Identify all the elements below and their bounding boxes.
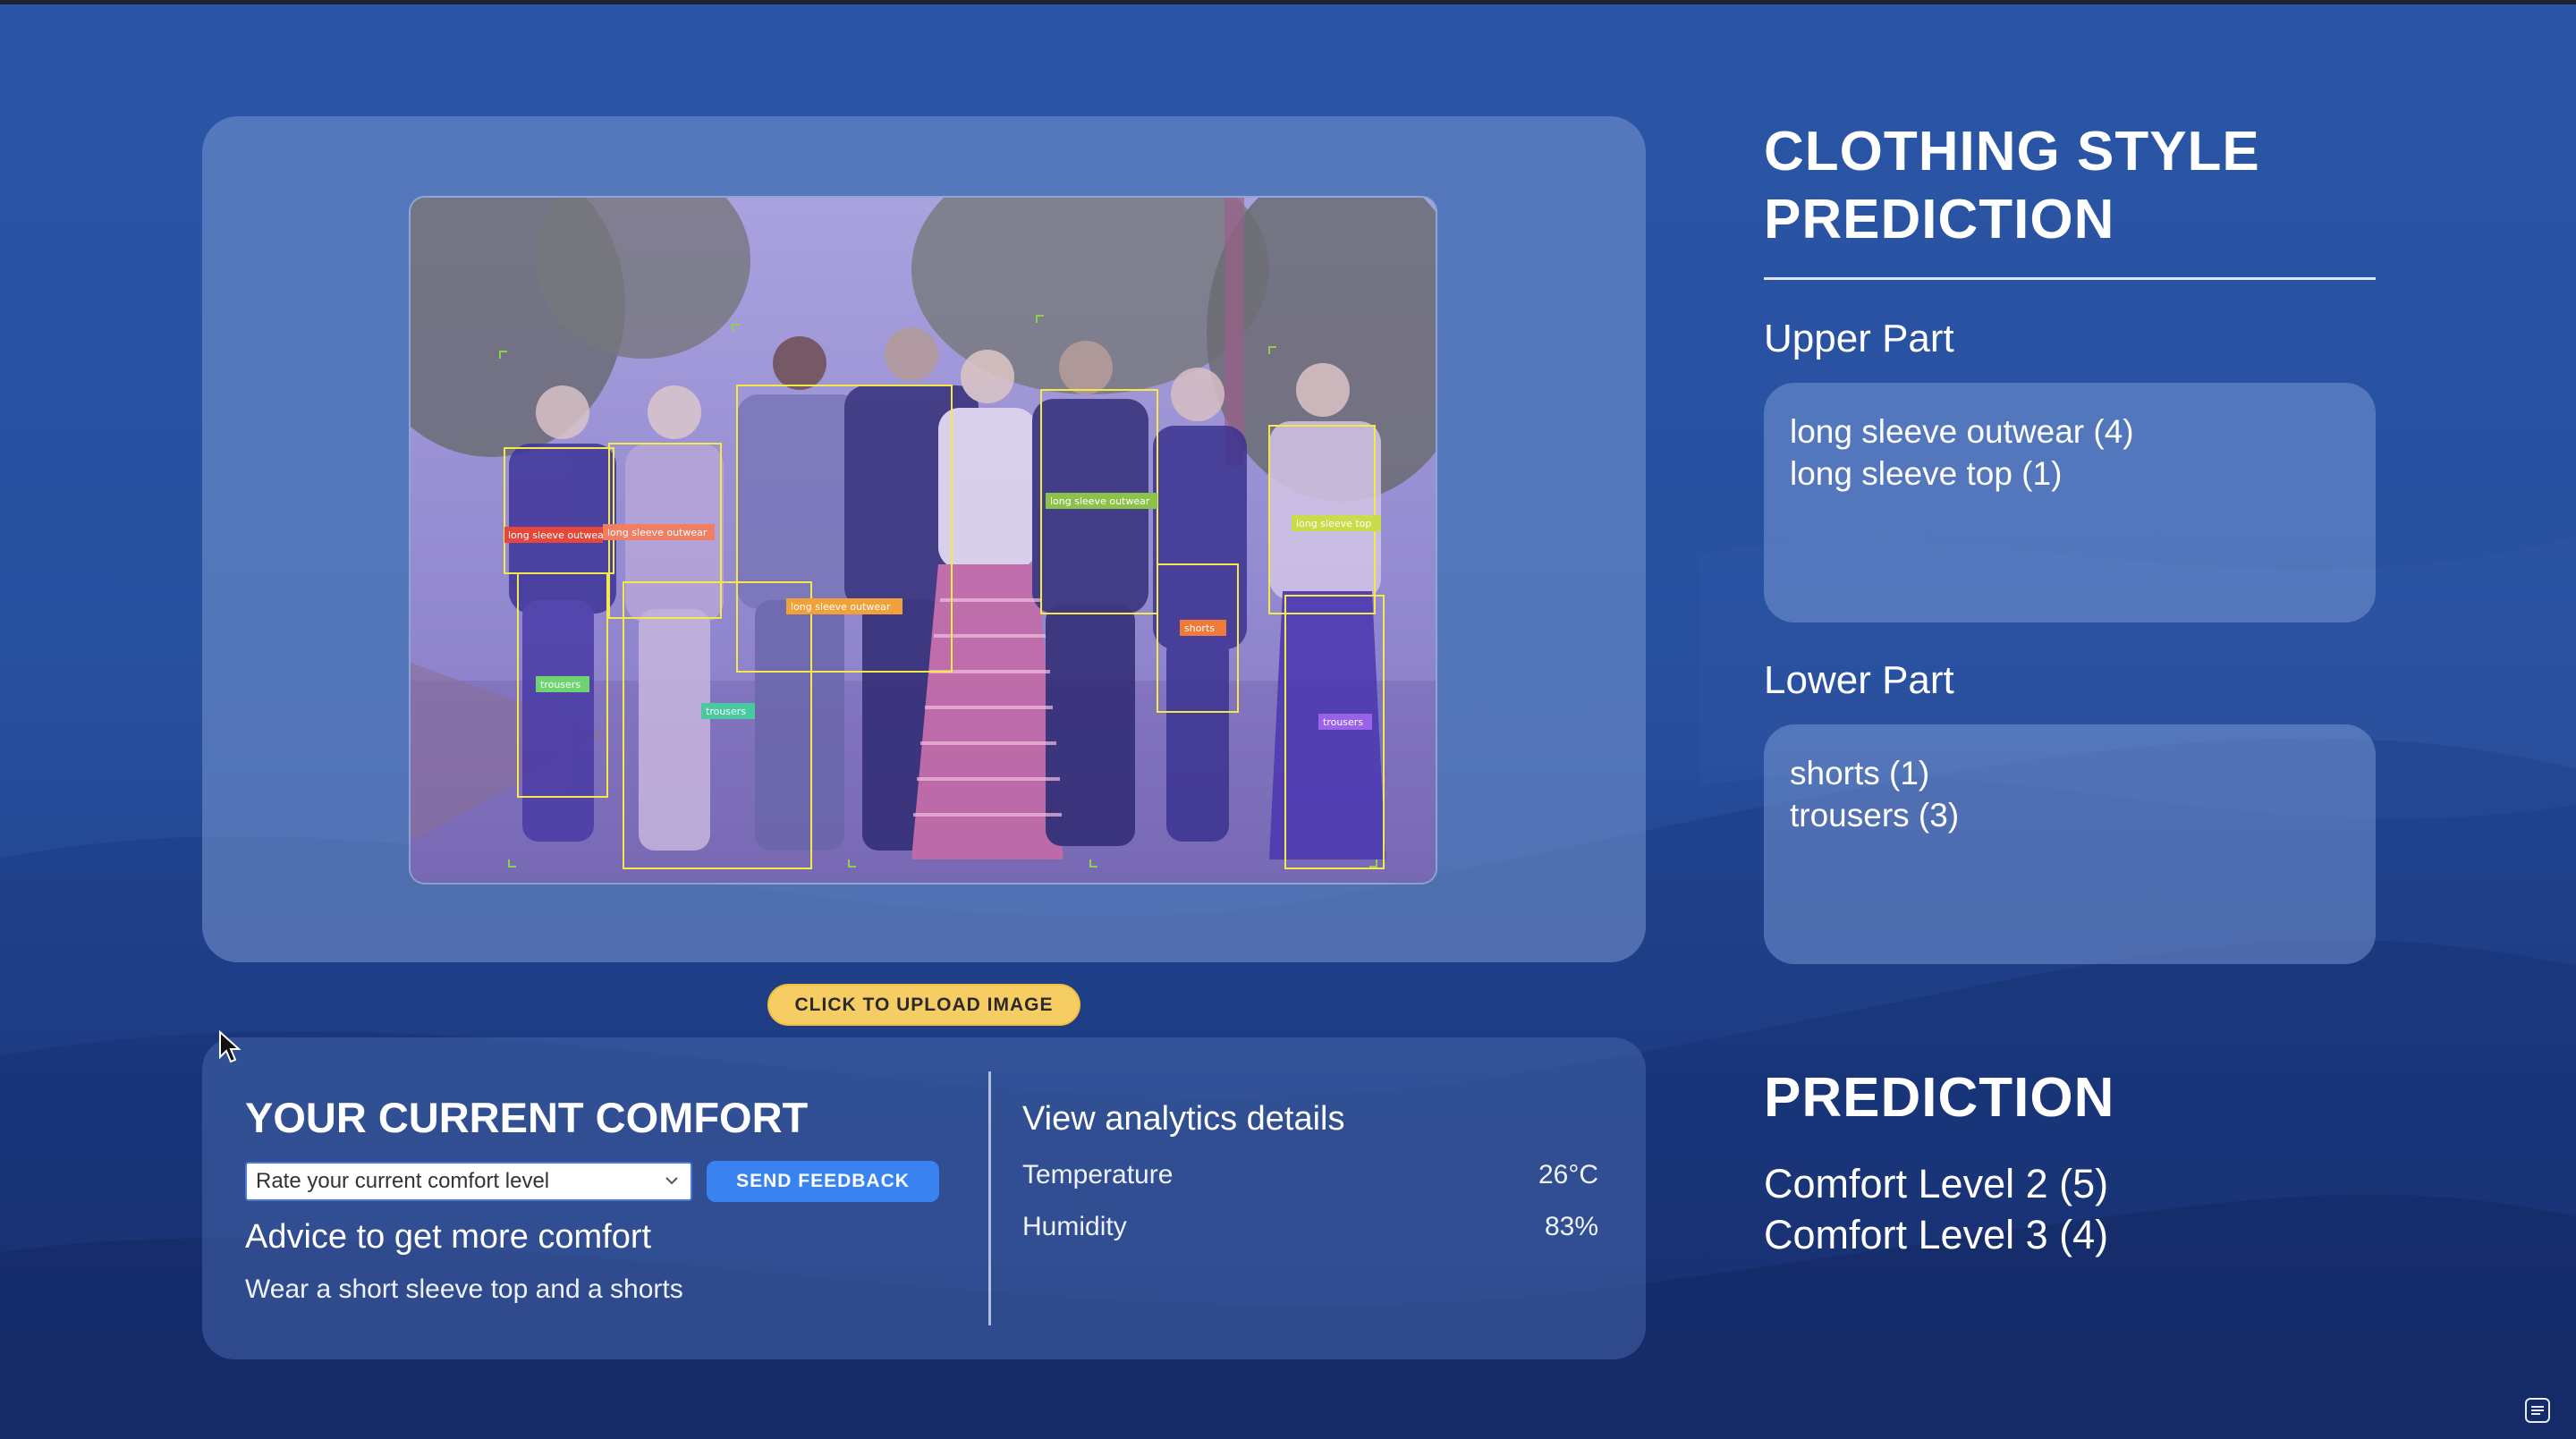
list-item: long sleeve top (1) [1790, 455, 2063, 492]
page-title-line-1: CLOTHING STYLE [1764, 121, 2260, 182]
detection-label: long sleeve outwear [1046, 493, 1157, 509]
humidity-value: 83% [1544, 1212, 1598, 1241]
lower-part-card: shorts (1) trousers (3) [1764, 724, 2376, 964]
title-divider [1764, 277, 2376, 280]
advice-text: Wear a short sleeve top and a shorts [245, 1274, 683, 1304]
comfort-title: YOUR CURRENT COMFORT [245, 1094, 809, 1141]
prediction-item: Comfort Level 3 (4) [1764, 1212, 2109, 1257]
lower-part-label: Lower Part [1764, 658, 1954, 702]
detection-label: shorts [1180, 620, 1226, 636]
svg-text:trousers: trousers [706, 706, 746, 717]
upper-part-card: long sleeve outwear (4) long sleeve top … [1764, 383, 2376, 622]
list-item: trousers (3) [1790, 797, 1960, 834]
list-item: shorts (1) [1790, 755, 1930, 791]
page-title-line-2: PREDICTION [1764, 189, 2115, 250]
list-item: long sleeve outwear (4) [1790, 413, 2134, 450]
svg-text:long sleeve top: long sleeve top [1296, 518, 1371, 529]
detection-label: trousers [1318, 714, 1372, 730]
screenshot-icon[interactable] [2522, 1395, 2553, 1426]
svg-text:shorts: shorts [1184, 622, 1215, 634]
chevron-down-icon [665, 1177, 678, 1185]
svg-text:long sleeve outwear: long sleeve outwear [1050, 495, 1150, 507]
comfort-level-select[interactable]: Rate your current comfort level [245, 1162, 692, 1201]
detection-image: long sleeve outwear long sleeve outwear … [411, 198, 1436, 883]
svg-text:long sleeve outwear: long sleeve outwear [791, 601, 891, 613]
detection-label: long sleeve outwear [603, 524, 715, 540]
svg-text:trousers: trousers [540, 679, 580, 690]
view-analytics-link[interactable]: View analytics details [1022, 1100, 1344, 1139]
svg-text:long sleeve outwear: long sleeve outwear [607, 527, 708, 538]
upper-part-label: Upper Part [1764, 317, 1954, 360]
detection-label: long sleeve top [1292, 515, 1381, 531]
detection-label: long sleeve outwear [504, 527, 608, 543]
humidity-label: Humidity [1022, 1212, 1127, 1241]
detection-label: long sleeve outwear [786, 598, 902, 614]
send-feedback-button[interactable]: SEND FEEDBACK [707, 1161, 939, 1202]
mouse-cursor-icon [219, 1030, 242, 1063]
temperature-label: Temperature [1022, 1160, 1174, 1189]
comfort-select-value: Rate your current comfort level [256, 1169, 550, 1193]
panel-divider [988, 1071, 991, 1325]
prediction-item: Comfort Level 2 (5) [1764, 1161, 2109, 1206]
page-title: CLOTHING STYLE PREDICTION [1764, 118, 2260, 254]
upload-image-button[interactable]: CLICK TO UPLOAD IMAGE [767, 984, 1080, 1026]
advice-title: Advice to get more comfort [245, 1218, 652, 1256]
svg-text:trousers: trousers [1323, 716, 1363, 728]
temperature-value: 26°C [1538, 1160, 1598, 1189]
svg-text:long sleeve outwear: long sleeve outwear [508, 529, 608, 541]
detection-label: trousers [536, 676, 589, 692]
detection-label: trousers [701, 703, 755, 719]
prediction-title: PREDICTION [1764, 1067, 2115, 1129]
